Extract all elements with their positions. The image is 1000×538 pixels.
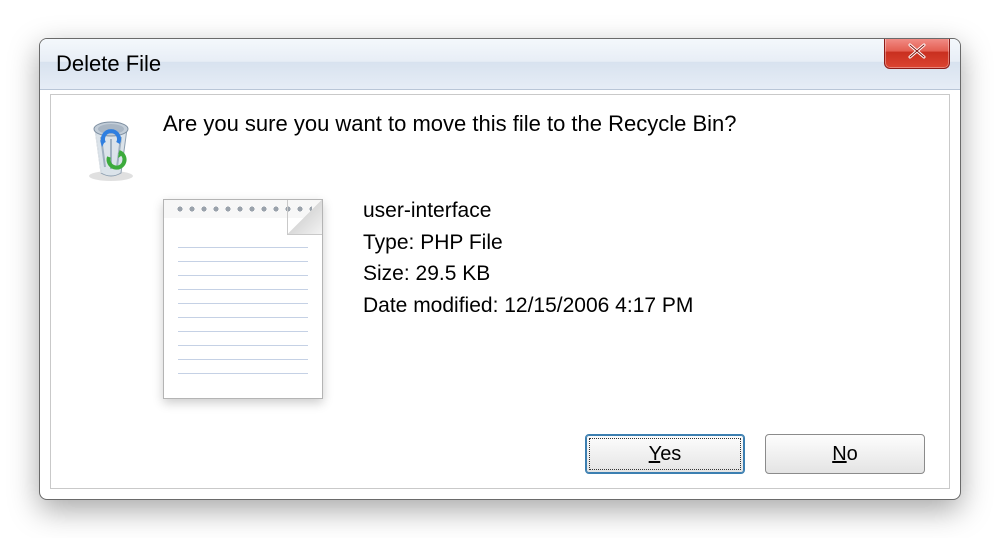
yes-button[interactable]: Yes xyxy=(585,434,745,474)
recycle-bin-icon xyxy=(81,113,141,189)
file-date-modified: Date modified: 12/15/2006 4:17 PM xyxy=(363,290,693,322)
file-thumbnail xyxy=(163,199,323,399)
no-button[interactable]: No xyxy=(765,434,925,474)
dialog-title: Delete File xyxy=(40,51,161,77)
close-icon xyxy=(905,42,929,65)
client-area: Are you sure you want to move this file … xyxy=(50,94,950,489)
confirmation-text: Are you sure you want to move this file … xyxy=(163,111,737,189)
button-bar: Yes No xyxy=(585,434,925,474)
document-icon xyxy=(163,199,323,399)
file-metadata: user-interface Type: PHP File Size: 29.5… xyxy=(363,195,693,399)
close-button[interactable] xyxy=(884,38,950,69)
delete-file-dialog: Delete File xyxy=(39,38,961,500)
file-size: Size: 29.5 KB xyxy=(363,258,693,290)
file-name: user-interface xyxy=(363,195,693,227)
no-button-label: No xyxy=(832,443,858,466)
yes-button-label: Yes xyxy=(649,443,682,466)
file-type: Type: PHP File xyxy=(363,227,693,259)
titlebar: Delete File xyxy=(40,39,960,90)
